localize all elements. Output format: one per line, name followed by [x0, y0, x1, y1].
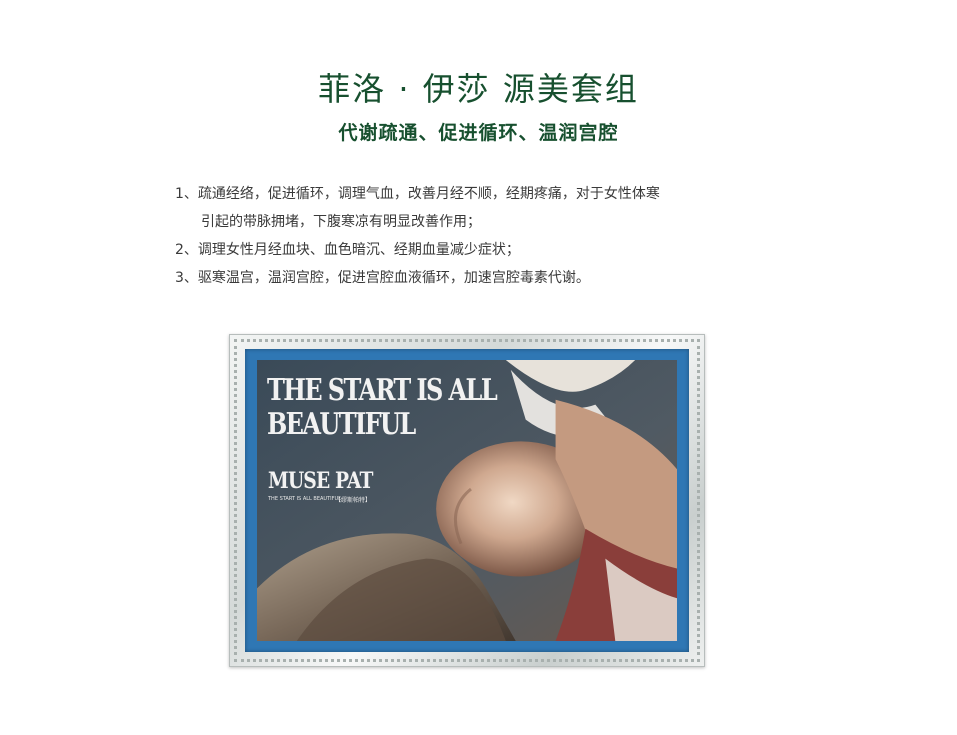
- product-artwork: THE START IS ALL BEAUTIFUL MUSE PAT THE …: [257, 360, 677, 641]
- brand-logo: MUSE PAT: [268, 468, 373, 494]
- page-title: 菲洛 · 伊莎 源美套组: [318, 70, 639, 108]
- product-photo-frame: THE START IS ALL BEAUTIFUL MUSE PAT THE …: [229, 334, 705, 667]
- benefit-item-1: 1、疏通经络，促进循环，调理气血，改善月经不顺，经期疼痛，对于女性体寒: [175, 186, 660, 202]
- artwork-headline: THE START IS ALL BEAUTIFUL: [267, 373, 498, 442]
- benefit-item-3: 3、驱寒温宫，温润宫腔，促进宫腔血液循环，加速宫腔毒素代谢。: [175, 270, 590, 286]
- page-subtitle: 代谢疏通、促进循环、温润宫腔: [338, 122, 619, 144]
- headline-line-2: BEAUTIFUL: [267, 407, 416, 442]
- brand-tagline: THE START IS ALL BEAUTIFUL: [268, 496, 341, 502]
- blue-mat: THE START IS ALL BEAUTIFUL MUSE PAT THE …: [245, 349, 689, 652]
- benefit-item-2: 2、调理女性月经血块、血色暗沉、经期血量减少症状；: [175, 242, 520, 258]
- headline-line-1: THE START IS ALL: [267, 373, 498, 408]
- benefit-item-1-continued: 引起的带脉拥堵，下腹寒凉有明显改善作用；: [201, 214, 481, 230]
- brand-tagline-cn: 【缪斯帕特】: [335, 497, 372, 504]
- benefits-list: 1、疏通经络，促进循环，调理气血，改善月经不顺，经期疼痛，对于女性体寒 引起的带…: [175, 180, 775, 292]
